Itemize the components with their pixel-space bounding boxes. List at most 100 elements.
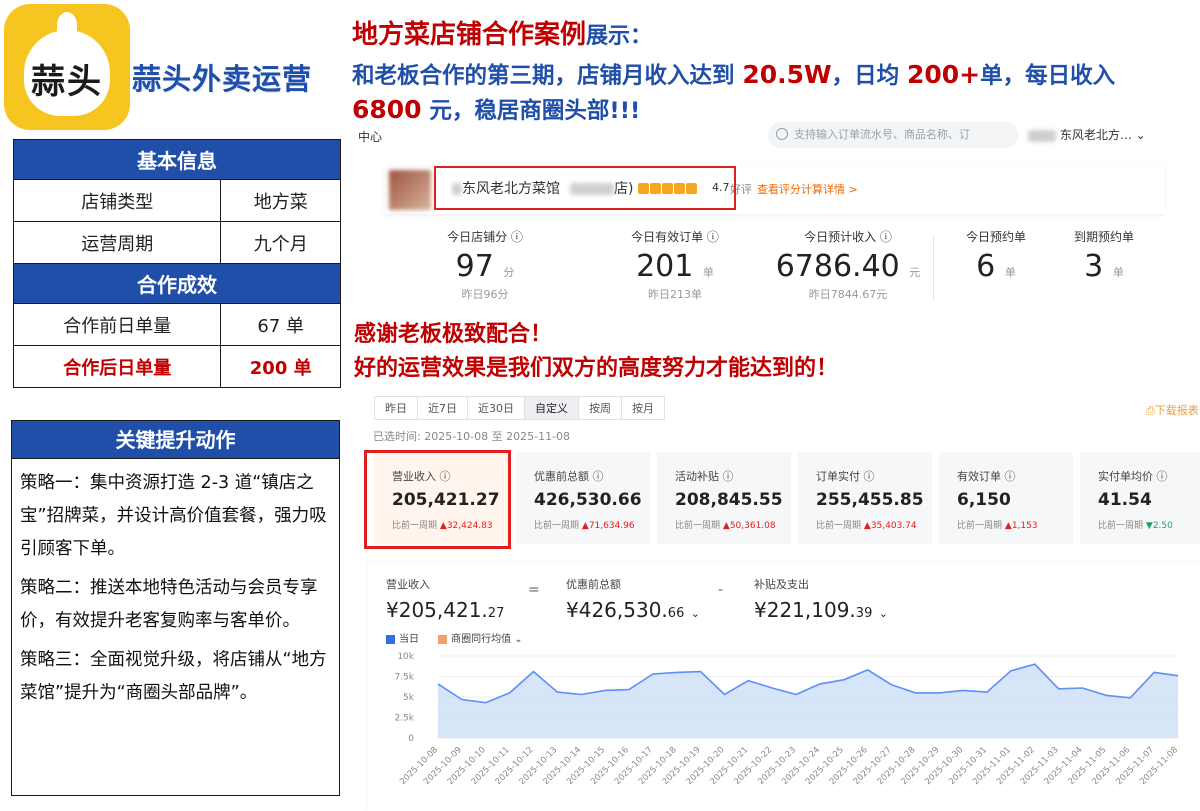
summary-subsidy: 补贴及支出 ¥221,109.39 ⌄ — [754, 576, 888, 622]
metric-value: 255,455.85 — [816, 490, 924, 510]
chevron-down-icon: ⌄ — [1135, 128, 1146, 142]
metric-label: 活动补贴 — [675, 470, 719, 483]
store-switcher[interactable]: 东风老北方… ⌄ — [1028, 126, 1146, 143]
summary-label: 补贴及支出 — [754, 578, 809, 591]
row-value: 九个月 — [220, 221, 341, 264]
highlight-revenue: 20.5W — [742, 60, 832, 89]
legend-item-today[interactable]: 当日 — [386, 634, 419, 645]
kpi-expected-income[interactable]: 今日预计收入 ⓘ 6786.40 元 昨日7844.67元 — [762, 228, 934, 302]
metric-value: 426,530.66 — [534, 490, 642, 510]
search-icon — [776, 128, 788, 140]
tab-yesterday[interactable]: 昨日 — [374, 396, 418, 420]
help-icon: ⓘ — [879, 230, 892, 244]
results-title: 合作成效 — [13, 263, 341, 304]
arrow-up-icon: ▲ — [1004, 521, 1012, 531]
help-icon: ⓘ — [722, 470, 734, 483]
chevron-down-icon[interactable]: ⌄ — [879, 607, 888, 620]
metric-cmp-value: 1,153 — [1011, 521, 1038, 531]
strategy-box: 关键提升动作 策略一：集中资源打造 2-3 道“镇店之宝”招牌菜，并设计高价值套… — [11, 420, 340, 796]
thanks-line: 感谢老板极致配合！ — [354, 322, 553, 347]
kpi-store-score[interactable]: 今日店铺分 ⓘ 97 分 昨日96分 — [420, 228, 550, 302]
basic-info-title: 基本信息 — [13, 139, 341, 180]
metric-card-paid[interactable]: 订单实付 ⓘ 255,455.85 比前一周期 ▲35,403.74 — [798, 452, 932, 544]
search-input[interactable]: 支持输入订单流水号、商品名称、订 — [768, 122, 1018, 148]
rating-detail-link[interactable]: 查看评分计算详情 > — [757, 181, 858, 197]
metric-cmp-label: 比前一周期 — [675, 521, 721, 531]
legend-swatch — [386, 634, 395, 644]
search-placeholder: 支持输入订单流水号、商品名称、订 — [794, 128, 970, 141]
kpi-sub: 昨日213单 — [648, 288, 702, 301]
metric-label: 实付单均价 — [1098, 470, 1153, 483]
row-label: 店铺类型 — [12, 179, 222, 222]
kpi-label: 今日预计收入 — [804, 230, 877, 244]
y-tick-label: 2.5k — [394, 714, 414, 724]
kpi-unit: 元 — [909, 266, 921, 279]
kpi-unit: 单 — [1004, 266, 1016, 279]
strategy-title: 关键提升动作 — [12, 421, 339, 459]
brand-name: 蒜头外卖运营 — [132, 62, 313, 96]
metric-card-subsidy[interactable]: 活动补贴 ⓘ 208,845.55 比前一周期 ▲50,361.08 — [657, 452, 791, 544]
tab-week[interactable]: 按周 — [578, 396, 622, 420]
kpi-unit: 分 — [503, 266, 515, 279]
logo-text: 蒜头 — [31, 62, 103, 102]
sub-text: 单，每日收入 — [980, 63, 1116, 89]
table-row: 店铺类型 地方菜 — [12, 179, 341, 222]
help-icon: ⓘ — [592, 470, 604, 483]
metric-cmp-label: 比前一周期 — [816, 521, 862, 531]
metric-card-avg-price[interactable]: 实付单均价 ⓘ 41.54 比前一周期 ▼2.50 — [1080, 452, 1200, 544]
kpi-label: 到期预约单 — [1073, 230, 1134, 244]
kpi-label: 今日有效订单 — [631, 230, 704, 244]
metric-cmp-label: 比前一周期 — [1098, 521, 1144, 531]
metric-cmp-value: 35,403.74 — [870, 521, 917, 531]
kpi-valid-orders[interactable]: 今日有效订单 ⓘ 201 单 昨日213单 — [600, 228, 750, 302]
kpi-value: 6786.40 — [775, 249, 900, 284]
chart-area-fill — [438, 664, 1178, 738]
chart-x-ticks: 2025-10-082025-10-092025-10-102025-10-11… — [398, 745, 1180, 787]
headline-tail: 展示： — [586, 24, 653, 49]
help-icon: ⓘ — [1156, 470, 1168, 483]
summary-value: ¥205,421. — [386, 598, 488, 622]
kpi-due-reservations[interactable]: 到期预约单 3 单 — [1058, 228, 1150, 284]
highlight-orders: 200+ — [906, 60, 981, 89]
download-report-button[interactable]: ⎙下载报表 — [1146, 402, 1199, 418]
help-icon: ⓘ — [1004, 470, 1016, 483]
tab-7d[interactable]: 近7日 — [417, 396, 468, 420]
legend-label: 商圈同行均值 — [451, 634, 512, 645]
chevron-down-icon[interactable]: ⌄ — [691, 607, 700, 620]
row-label: 运营周期 — [12, 221, 222, 264]
center-label[interactable]: 中心 — [358, 128, 382, 145]
kpi-sub: 昨日7844.67元 — [808, 288, 888, 301]
sub-text: 和老板合作的第三期，店铺月收入达到 — [352, 63, 743, 89]
kpi-reservations[interactable]: 今日预约单 6 单 — [950, 228, 1042, 284]
legend-item-peers[interactable]: 商圈同行均值 ⌄ — [438, 634, 523, 645]
date-filter-tabs: 昨日 近7日 近30日 自定义 按周 按月 — [374, 396, 665, 420]
summary-revenue: 营业收入 ¥205,421.27 — [386, 576, 504, 622]
summary-label: 优惠前总额 — [566, 578, 621, 591]
metric-label: 订单实付 — [816, 470, 860, 483]
thanks-message: 感谢老板极致配合！ 好的运营效果是我们双方的高度努力才能达到的！ — [354, 318, 838, 386]
strategy-item: 策略一：集中资源打造 2-3 道“镇店之宝”招牌菜，并设计高价值套餐，强力吸引顾… — [20, 473, 327, 559]
row-label: 合作前日单量 — [12, 303, 222, 346]
summary-value: ¥221,109. — [754, 598, 856, 622]
table-row: 合作前日单量 67 单 — [12, 303, 341, 346]
highlight-frame — [364, 450, 511, 549]
equals-sign: = — [528, 582, 540, 598]
metric-cmp-label: 比前一周期 — [534, 521, 580, 531]
kpi-value: 97 — [455, 249, 494, 284]
tab-30d[interactable]: 近30日 — [467, 396, 525, 420]
metric-label: 优惠前总额 — [534, 470, 589, 483]
metric-card-valid-orders[interactable]: 有效订单 ⓘ 6,150 比前一周期 ▲1,153 — [939, 452, 1073, 544]
chart-legend: 当日 商圈同行均值 ⌄ — [386, 630, 523, 645]
y-tick-label: 7.5k — [394, 673, 414, 683]
arrow-up-icon: ▲ — [722, 521, 730, 531]
summary-value: ¥426,530. — [566, 598, 668, 622]
tab-custom[interactable]: 自定义 — [524, 396, 579, 420]
summary-decimal: 27 — [487, 606, 505, 621]
headline: 地方菜店铺合作案例展示： — [352, 14, 652, 51]
help-icon: ⓘ — [863, 470, 875, 483]
metric-cmp-label: 比前一周期 — [957, 521, 1003, 531]
metric-card-pre-discount[interactable]: 优惠前总额 ⓘ 426,530.66 比前一周期 ▲71,634.96 — [516, 452, 650, 544]
metric-cmp-value: 50,361.08 — [729, 521, 776, 531]
tab-month[interactable]: 按月 — [621, 396, 665, 420]
legend-swatch — [438, 634, 448, 644]
